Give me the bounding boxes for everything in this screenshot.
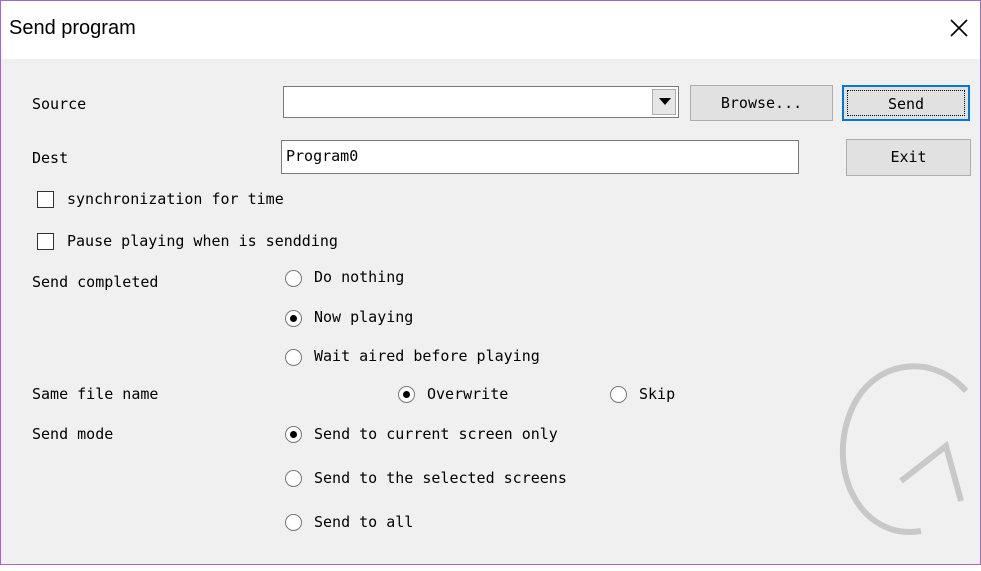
source-combobox[interactable] xyxy=(283,86,679,118)
radio-send-all[interactable] xyxy=(285,514,302,531)
chevron-down-icon[interactable] xyxy=(652,89,676,115)
close-icon[interactable] xyxy=(944,13,974,43)
radio-send-all-label: Send to all xyxy=(314,513,414,531)
sync-checkbox[interactable] xyxy=(37,191,54,208)
watermark-logo xyxy=(839,363,969,535)
radio-selected-screens-label: Send to the selected screens xyxy=(314,469,567,487)
title-bar: Send program xyxy=(1,1,980,59)
source-label: Source xyxy=(32,95,87,113)
radio-overwrite[interactable] xyxy=(398,386,415,403)
send-completed-label: Send completed xyxy=(32,273,159,291)
send-mode-label: Send mode xyxy=(32,425,114,443)
radio-current-screen-label: Send to current screen only xyxy=(314,425,558,443)
radio-overwrite-label: Overwrite xyxy=(427,385,509,403)
dest-value: Program0 xyxy=(286,147,359,165)
same-file-label: Same file name xyxy=(32,385,159,403)
dialog-title: Send program xyxy=(9,17,136,39)
browse-button[interactable]: Browse... xyxy=(690,85,833,121)
send-program-dialog: Send program Source Browse... Send Dest … xyxy=(0,0,981,565)
radio-wait-aired-label: Wait aired before playing xyxy=(314,347,540,365)
send-button-label: Send xyxy=(847,90,965,116)
radio-skip-label: Skip xyxy=(639,385,676,403)
radio-skip[interactable] xyxy=(610,386,627,403)
pause-checkbox[interactable] xyxy=(37,233,54,250)
radio-current-screen[interactable] xyxy=(285,426,302,443)
exit-button[interactable]: Exit xyxy=(846,139,971,176)
pause-label: Pause playing when is sendding xyxy=(67,232,338,250)
sync-label: synchronization for time xyxy=(67,190,284,208)
radio-now-playing-label: Now playing xyxy=(314,308,414,326)
radio-selected-screens[interactable] xyxy=(285,470,302,487)
dest-label: Dest xyxy=(32,149,69,167)
radio-wait-aired[interactable] xyxy=(285,349,302,366)
dest-field[interactable]: Program0 xyxy=(281,140,799,174)
radio-do-nothing-label: Do nothing xyxy=(314,268,405,286)
send-button[interactable]: Send xyxy=(842,85,970,121)
radio-now-playing[interactable] xyxy=(285,310,302,327)
radio-do-nothing[interactable] xyxy=(285,270,302,287)
